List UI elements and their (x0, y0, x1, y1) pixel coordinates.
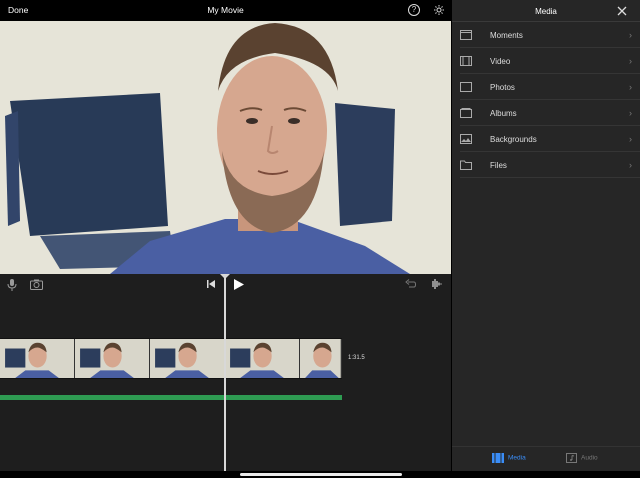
audio-waveform-icon[interactable] (430, 278, 442, 290)
media-panel: Media Moments › Video › Photos › Albums (452, 0, 640, 471)
audio-track[interactable] (0, 395, 342, 400)
media-item-backgrounds[interactable]: Backgrounds › (460, 126, 640, 152)
media-tab-bar: Media Audio (452, 446, 640, 471)
media-item-label: Video (490, 57, 511, 66)
media-item-label: Files (490, 161, 507, 170)
chevron-right-icon: › (629, 108, 632, 118)
folder-icon (460, 160, 472, 170)
undo-icon[interactable] (405, 279, 416, 289)
play-icon[interactable] (234, 279, 244, 290)
film-strip-icon (492, 453, 504, 463)
camera-icon[interactable] (30, 279, 43, 290)
moments-icon (460, 30, 472, 40)
microphone-icon[interactable] (7, 279, 17, 291)
media-item-files[interactable]: Files › (460, 152, 640, 178)
tab-media[interactable]: Media (492, 453, 526, 463)
question-circle-icon[interactable]: ? (408, 4, 420, 16)
chevron-right-icon: › (629, 56, 632, 66)
video-frame-image (0, 21, 451, 274)
clip-thumbnail (150, 339, 226, 378)
home-indicator[interactable] (240, 473, 402, 476)
media-item-label: Photos (490, 83, 515, 92)
close-icon[interactable] (616, 5, 628, 17)
video-clip[interactable] (0, 338, 342, 379)
media-item-label: Albums (490, 109, 517, 118)
project-title: My Movie (207, 5, 244, 15)
timeline[interactable]: 1:31.5 (0, 274, 451, 471)
top-toolbar: Done My Movie ? (0, 0, 451, 21)
media-item-label: Backgrounds (490, 135, 537, 144)
clip-thumbnail (300, 339, 342, 378)
video-viewer[interactable] (0, 21, 451, 274)
clip-thumbnail (75, 339, 151, 378)
skip-to-start-icon[interactable] (207, 280, 215, 288)
media-item-moments[interactable]: Moments › (460, 22, 640, 48)
clip-thumbnail (0, 339, 76, 378)
chevron-right-icon: › (629, 30, 632, 40)
media-item-photos[interactable]: Photos › (460, 74, 640, 100)
clip-duration-label: 1:31.5 (348, 355, 365, 361)
media-item-label: Moments (490, 31, 523, 40)
playhead (224, 274, 226, 471)
chevron-right-icon: › (629, 82, 632, 92)
media-panel-title: Media (535, 7, 557, 16)
album-icon (460, 108, 472, 118)
image-icon (460, 134, 472, 144)
clip-thumbnail (225, 339, 301, 378)
tab-media-label: Media (508, 454, 526, 462)
chevron-right-icon: › (629, 160, 632, 170)
tab-audio-label: Audio (581, 454, 598, 462)
chevron-right-icon: › (629, 134, 632, 144)
photo-icon (460, 82, 472, 92)
media-panel-header: Media (452, 0, 640, 22)
media-item-albums[interactable]: Albums › (460, 100, 640, 126)
tab-audio[interactable]: Audio (566, 453, 598, 463)
media-item-video[interactable]: Video › (460, 48, 640, 74)
film-icon (460, 56, 472, 66)
gear-icon[interactable] (433, 4, 445, 16)
music-note-icon (566, 453, 577, 463)
